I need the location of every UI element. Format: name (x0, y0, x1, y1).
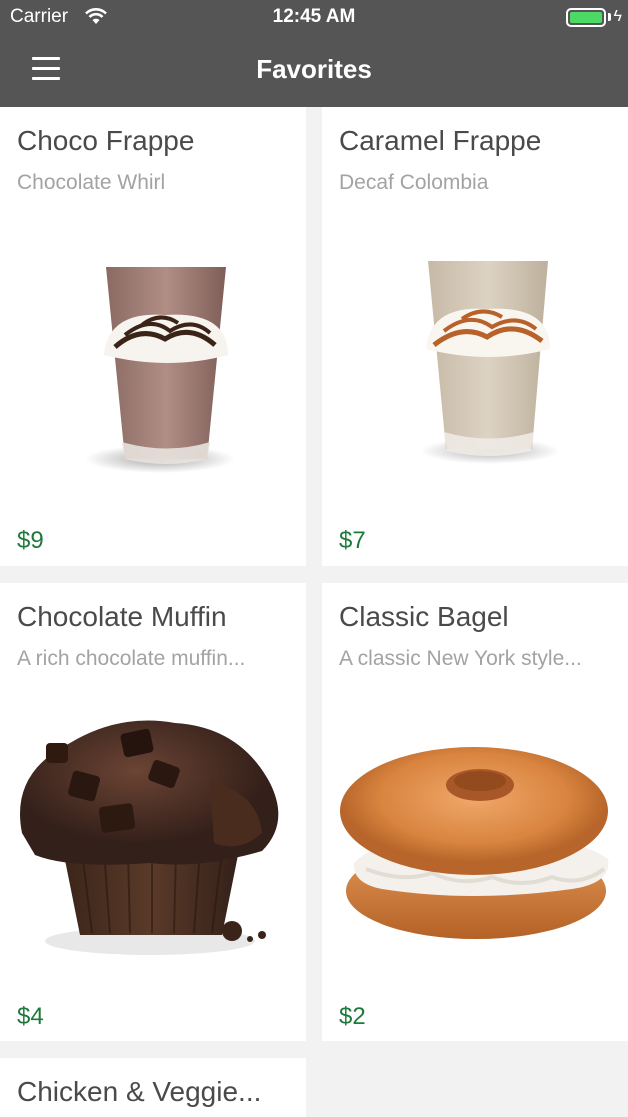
clock: 12:45 AM (272, 6, 356, 27)
status-bar: Carrier 12:45 AM ϟ (0, 0, 628, 34)
product-price: $4 (17, 1003, 44, 1030)
product-description: Chocolate Whirl (17, 171, 166, 194)
product-price: $2 (339, 1003, 366, 1030)
chocolate-frappe-image (85, 267, 235, 473)
product-description: A rich chocolate muffin... (17, 647, 246, 670)
product-card[interactable]: Choco Frappe Chocolate Whirl $9 (0, 107, 306, 566)
battery-tip (608, 13, 611, 21)
chocolate-muffin-image (20, 720, 279, 955)
product-name: Chicken & Veggie... (17, 1076, 262, 1107)
charging-icon: ϟ (613, 8, 622, 25)
product-name: Classic Bagel (339, 601, 509, 632)
battery-icon (566, 8, 606, 27)
product-name: Caramel Frappe (339, 125, 542, 156)
product-card[interactable]: Classic Bagel A classic New York style..… (322, 583, 628, 1041)
page-title: Favorites (256, 54, 372, 84)
top-bar: Carrier 12:45 AM ϟ Favorites (0, 0, 628, 107)
product-name: Choco Frappe (17, 125, 195, 156)
product-card[interactable]: Caramel Frappe Decaf Colombia $7 (322, 107, 628, 566)
product-card[interactable]: Chocolate Muffin A rich chocolate muffin… (0, 583, 306, 1041)
product-price: $9 (17, 527, 44, 554)
product-description: A classic New York style... (339, 647, 582, 670)
product-card[interactable]: Chicken & Veggie... (0, 1058, 306, 1117)
nav-bar: Favorites (0, 34, 628, 107)
product-name: Chocolate Muffin (17, 601, 227, 632)
product-price: $7 (339, 527, 366, 554)
caramel-frappe-image (420, 261, 560, 464)
product-description: Decaf Colombia (339, 171, 489, 194)
bagel-image (340, 747, 609, 939)
